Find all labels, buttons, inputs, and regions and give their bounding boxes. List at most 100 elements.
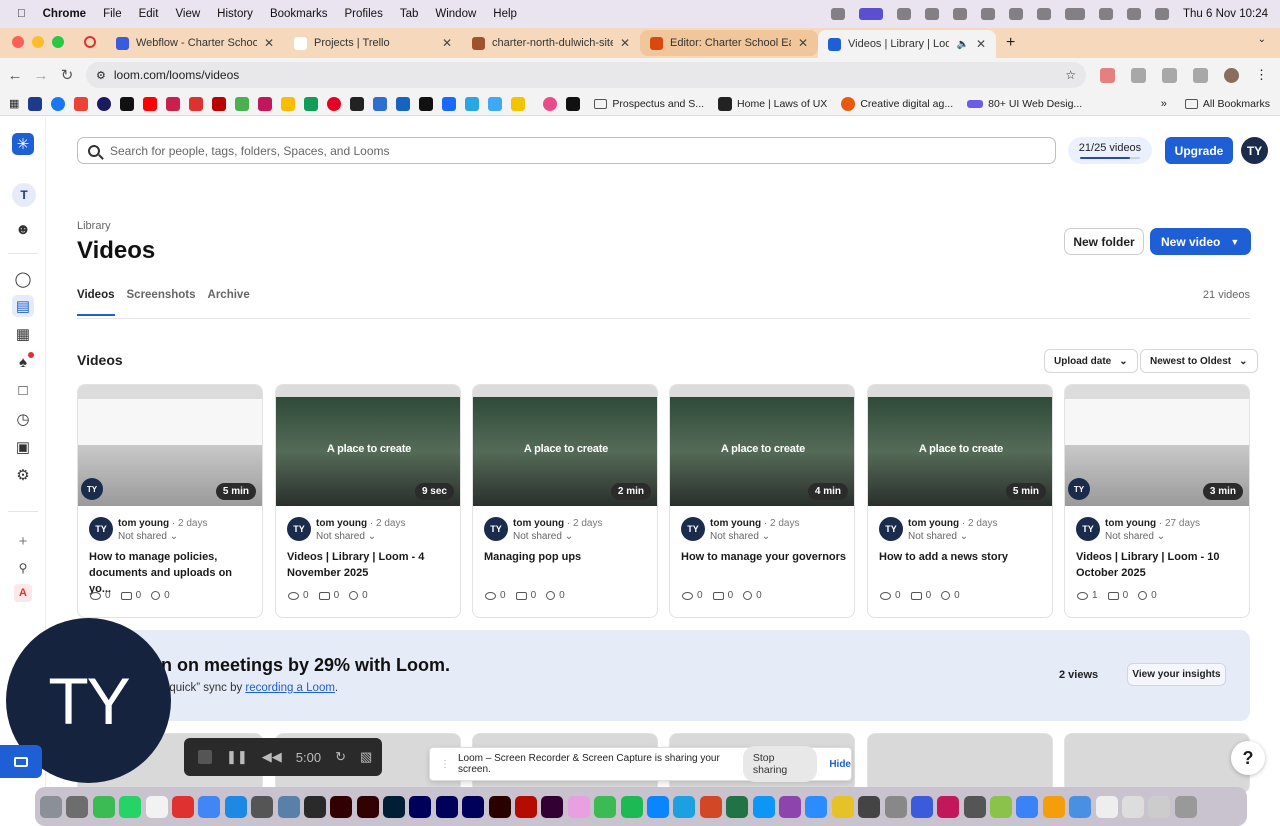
video-card[interactable]: A place to create 2 min TY tom young · 2… [472, 384, 658, 618]
owner-avatar[interactable]: TY [89, 517, 113, 541]
search-input[interactable]: Search for people, tags, folders, Spaces… [77, 137, 1056, 164]
profile-avatar-icon[interactable] [1224, 67, 1239, 83]
status-icon[interactable] [952, 8, 967, 20]
drive-icon[interactable] [281, 96, 296, 111]
bookmark-icon[interactable] [28, 96, 43, 111]
close-tab-icon[interactable]: ✕ [798, 36, 808, 50]
camera-toggle-button[interactable] [0, 745, 42, 778]
video-quota-badge[interactable]: 21/25 videos [1068, 137, 1152, 164]
space-avatar-a[interactable]: A [14, 584, 32, 602]
apps-grid-icon[interactable]: ▦ [9, 97, 19, 110]
behance-icon[interactable] [442, 96, 457, 111]
status-icon[interactable] [830, 8, 845, 20]
dock-app-icon[interactable] [383, 795, 406, 818]
forward-icon[interactable]: → [30, 67, 52, 84]
close-tab-icon[interactable]: ✕ [264, 36, 274, 50]
video-title[interactable]: Videos | Library | Loom - 10 October 202… [1076, 549, 1242, 581]
stop-sharing-button[interactable]: Stop sharing [742, 746, 818, 782]
bookmark-laws-of-ux[interactable]: Home | Laws of UX [718, 96, 827, 111]
dock-app-icon[interactable] [910, 795, 933, 818]
gift-icon[interactable]: ▣ [12, 436, 34, 458]
close-tab-icon[interactable]: ✕ [976, 37, 986, 51]
video-title[interactable]: How to add a news story [879, 549, 1045, 565]
delete-icon[interactable]: ▧ [360, 749, 372, 765]
dock-app-icon[interactable] [40, 795, 62, 818]
bookmark-icon[interactable] [488, 96, 503, 111]
video-title[interactable]: Videos | Library | Loom - 4 November 202… [287, 549, 453, 581]
amazon-icon[interactable] [350, 96, 365, 111]
menubar-clock[interactable]: Thu 6 Nov 10:24 [1183, 8, 1268, 20]
download-icon[interactable] [1193, 67, 1208, 83]
tab-sitemap[interactable]: charter-north-dulwich-sitem ✕ [462, 30, 640, 56]
owner-name[interactable]: tom young [908, 518, 959, 529]
status-icon[interactable] [924, 8, 939, 20]
owner-avatar[interactable]: TY [1076, 517, 1100, 541]
dock-app-icon[interactable] [145, 795, 168, 818]
status-icon[interactable] [1036, 8, 1051, 20]
wifi-icon[interactable] [1098, 8, 1113, 20]
gmail-icon[interactable] [74, 96, 89, 111]
menu-edit[interactable]: Edit [139, 8, 159, 20]
tab-webflow[interactable]: Webflow - Charter School No ✕ [106, 30, 284, 56]
tab-editor[interactable]: Editor: Charter School East D ✕ [640, 30, 818, 56]
dock-app-icon[interactable] [620, 795, 643, 818]
dock-app-icon[interactable] [303, 795, 326, 818]
bookmark-icon[interactable] [97, 96, 112, 111]
minimize-window-icon[interactable] [32, 36, 44, 48]
back-icon[interactable]: ← [4, 67, 26, 84]
share-status[interactable]: Not shared ⌄ [118, 531, 178, 542]
video-card[interactable]: TY 5 min TY tom young · 2 days Not share… [77, 384, 263, 618]
owner-name[interactable]: tom young [1105, 518, 1156, 529]
video-card[interactable]: TY 3 min TY tom young · 27 days Not shar… [1064, 384, 1250, 618]
breadcrumb[interactable]: Library [77, 220, 111, 232]
dock-app-icon[interactable] [330, 795, 353, 818]
dock-app-icon[interactable] [1174, 795, 1197, 818]
all-bookmarks[interactable]: All Bookmarks [1184, 98, 1270, 110]
bookmark-icon[interactable] [258, 96, 273, 111]
zoom-window-icon[interactable] [52, 36, 64, 48]
menu-profiles[interactable]: Profiles [344, 8, 382, 20]
bookmark-icon[interactable] [396, 96, 411, 111]
bookmark-folder[interactable]: Prospectus and S... [594, 98, 704, 110]
notifications-icon[interactable]: ♠ [12, 351, 34, 373]
video-thumbnail[interactable]: A place to create 2 min [473, 385, 657, 506]
tab-screenshots[interactable]: Screenshots [127, 289, 196, 316]
loom-logo-icon[interactable]: ✳ [12, 133, 34, 155]
bookmark-icon[interactable] [189, 96, 204, 111]
site-info-icon[interactable]: ⚙ [96, 69, 106, 82]
dock-app-icon[interactable] [726, 795, 749, 818]
reload-icon[interactable]: ↻ [56, 66, 78, 84]
tab-archive[interactable]: Archive [208, 289, 250, 316]
menu-file[interactable]: File [103, 8, 122, 20]
upgrade-button[interactable]: Upgrade [1165, 137, 1233, 164]
menu-tab[interactable]: Tab [400, 8, 419, 20]
dock-app-icon[interactable] [541, 795, 564, 818]
dock-app-icon[interactable] [224, 795, 247, 818]
dock-app-icon[interactable] [594, 795, 617, 818]
dock-app-icon[interactable] [356, 795, 379, 818]
control-center-icon[interactable] [1154, 8, 1169, 20]
dock-app-icon[interactable] [831, 795, 854, 818]
bookmark-icon[interactable] [511, 96, 526, 111]
video-thumbnail[interactable]: TY 5 min [78, 385, 262, 506]
dock-app-icon[interactable] [752, 795, 775, 818]
bookmark-icon[interactable] [235, 96, 250, 111]
drag-handle-icon[interactable]: ⋮ [440, 759, 450, 770]
chrome-menu-icon[interactable]: ⋮ [1255, 67, 1268, 83]
bookmark-w-icon[interactable] [566, 96, 581, 111]
dock-app-icon[interactable] [990, 795, 1013, 818]
share-status[interactable]: Not shared ⌄ [316, 531, 376, 542]
dock-app-icon[interactable] [92, 795, 115, 818]
tab-search-chevron-icon[interactable]: ⌄ [1258, 34, 1266, 45]
menu-bookmarks[interactable]: Bookmarks [270, 8, 328, 20]
audio-icon[interactable]: 🔈 [956, 39, 968, 50]
search-icon[interactable]: ⚲ [12, 557, 34, 579]
dock-app-icon[interactable] [515, 795, 538, 818]
netflix-icon[interactable] [212, 96, 227, 111]
dribbble-icon[interactable] [543, 96, 558, 111]
bookmark-star-icon[interactable]: ☆ [1065, 68, 1076, 82]
screen-share-icon[interactable] [858, 8, 883, 20]
bookmark-icon[interactable] [465, 96, 480, 111]
dock-app-icon[interactable] [171, 795, 194, 818]
close-tab-icon[interactable]: ✕ [442, 36, 452, 50]
